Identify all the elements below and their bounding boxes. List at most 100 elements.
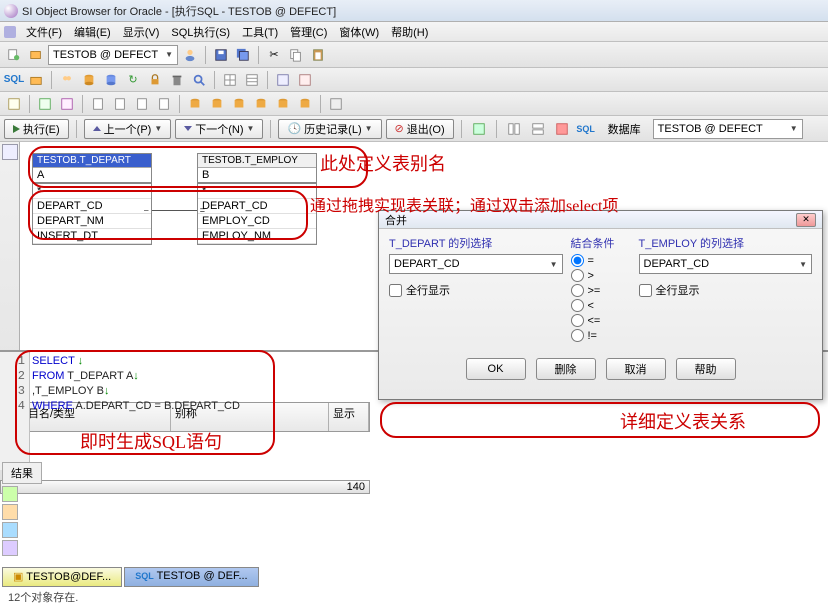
gutter-sql-icon[interactable] bbox=[2, 144, 18, 160]
design-pane[interactable]: TESTOB.T_DEPART A * DEPART_CD DEPART_NM … bbox=[22, 148, 372, 378]
delete-button[interactable]: 删除 bbox=[536, 358, 596, 380]
query-icon[interactable] bbox=[273, 70, 293, 90]
op-lte[interactable]: <= bbox=[571, 314, 631, 327]
table-col[interactable]: DEPART_NM bbox=[33, 214, 151, 229]
cancel-button[interactable]: 取消 bbox=[606, 358, 666, 380]
sql-small-icon[interactable]: SQL bbox=[576, 119, 596, 139]
trash-icon[interactable] bbox=[167, 70, 187, 90]
op-gt[interactable]: > bbox=[571, 269, 631, 282]
save-icon[interactable] bbox=[211, 45, 231, 65]
lock-icon[interactable] bbox=[145, 70, 165, 90]
sql-text[interactable]: SELECT ↓ FROM T_DEPART A↓ ,T_EMPLOY B↓ W… bbox=[32, 354, 240, 414]
doc3-icon[interactable] bbox=[132, 94, 152, 114]
op-lt[interactable]: < bbox=[571, 299, 631, 312]
join-connector[interactable]: ⎯ = bbox=[152, 210, 197, 211]
layout1-icon[interactable] bbox=[504, 119, 524, 139]
table-col[interactable]: * bbox=[33, 184, 151, 199]
menu-tools[interactable]: 工具(T) bbox=[236, 24, 284, 40]
ok-button[interactable]: OK bbox=[466, 358, 526, 380]
exec-connection-combo[interactable]: TESTOB @ DEFECT ▼ bbox=[653, 119, 803, 139]
table-alias[interactable]: A bbox=[33, 167, 151, 182]
db4-icon[interactable] bbox=[251, 94, 271, 114]
tool-icon[interactable] bbox=[2, 504, 18, 520]
copy-icon[interactable] bbox=[286, 45, 306, 65]
grid-icon[interactable] bbox=[220, 70, 240, 90]
db3-icon[interactable] bbox=[229, 94, 249, 114]
menu-file[interactable]: 文件(F) bbox=[20, 24, 68, 40]
doc2-icon[interactable] bbox=[110, 94, 130, 114]
table-depart[interactable]: TESTOB.T_DEPART A * DEPART_CD DEPART_NM … bbox=[32, 153, 152, 245]
run-button[interactable]: 执行(E) bbox=[4, 119, 69, 139]
obj-icon[interactable] bbox=[4, 94, 24, 114]
result-tab[interactable]: 结果 bbox=[2, 462, 42, 484]
sql-icon[interactable]: SQL bbox=[4, 70, 24, 90]
db-button[interactable]: 数据库 bbox=[600, 119, 649, 139]
help-button[interactable]: 帮助 bbox=[676, 358, 736, 380]
obj2-icon[interactable] bbox=[35, 94, 55, 114]
db2-icon[interactable] bbox=[207, 94, 227, 114]
tool2-icon[interactable] bbox=[2, 522, 18, 538]
tool3-icon[interactable] bbox=[2, 540, 18, 556]
menu-edit[interactable]: 编辑(E) bbox=[68, 24, 117, 40]
checkbox[interactable] bbox=[389, 284, 402, 297]
doc4-icon[interactable] bbox=[154, 94, 174, 114]
table-col[interactable]: DEPART_CD bbox=[33, 199, 151, 214]
users-icon[interactable] bbox=[57, 70, 77, 90]
table-employ[interactable]: TESTOB.T_EMPLOY B * DEPART_CD EMPLOY_CD … bbox=[197, 153, 317, 245]
table-col[interactable]: * bbox=[198, 184, 316, 199]
tool-a-icon[interactable] bbox=[469, 119, 489, 139]
table-alias[interactable]: B bbox=[198, 167, 316, 182]
menu-view[interactable]: 显示(V) bbox=[117, 24, 166, 40]
query2-icon[interactable] bbox=[295, 70, 315, 90]
layout3-icon[interactable] bbox=[552, 119, 572, 139]
menu-help[interactable]: 帮助(H) bbox=[385, 24, 434, 40]
search-icon[interactable] bbox=[189, 70, 209, 90]
db6-icon[interactable] bbox=[295, 94, 315, 114]
close-button[interactable]: ✕ bbox=[796, 213, 816, 227]
folder-icon[interactable] bbox=[26, 70, 46, 90]
db-gold-icon[interactable] bbox=[79, 70, 99, 90]
table-col[interactable]: INSERT_DT bbox=[33, 229, 151, 244]
open-icon[interactable] bbox=[26, 45, 46, 65]
op-eq[interactable]: = bbox=[571, 254, 631, 267]
saveall-icon[interactable] bbox=[233, 45, 253, 65]
doc1-icon[interactable] bbox=[88, 94, 108, 114]
exec-connection-value: TESTOB @ DEFECT bbox=[658, 123, 763, 135]
grid2-icon[interactable] bbox=[242, 70, 262, 90]
prev-button[interactable]: 上一个(P)▼ bbox=[84, 119, 172, 139]
menu-window[interactable]: 窗体(W) bbox=[333, 24, 385, 40]
misc-icon[interactable] bbox=[326, 94, 346, 114]
status-tab-2[interactable]: SQL TESTOB @ DEF... bbox=[124, 567, 258, 587]
user-icon[interactable] bbox=[180, 45, 200, 65]
db-blue-icon[interactable] bbox=[101, 70, 121, 90]
db5-icon[interactable] bbox=[273, 94, 293, 114]
menu-sqlexec[interactable]: SQL执行(S) bbox=[165, 24, 236, 40]
layout2-icon[interactable] bbox=[528, 119, 548, 139]
toolbar-3 bbox=[0, 92, 828, 116]
op-gte[interactable]: >= bbox=[571, 284, 631, 297]
right-showall-check[interactable]: 全行显示 bbox=[639, 282, 813, 298]
status-tab-1[interactable]: ▣ TESTOB@DEF... bbox=[2, 567, 122, 587]
refresh-icon[interactable]: ↻ bbox=[123, 70, 143, 90]
right-column-combo[interactable]: DEPART_CD▼ bbox=[639, 254, 813, 274]
paste-icon[interactable] bbox=[308, 45, 328, 65]
right-select-label: T_EMPLOY 的列选择 bbox=[639, 235, 813, 251]
connection-combo[interactable]: TESTOB @ DEFECT ▼ bbox=[48, 45, 178, 65]
obj3-icon[interactable] bbox=[57, 94, 77, 114]
op-ne[interactable]: != bbox=[571, 329, 631, 342]
menu-manage[interactable]: 管理(C) bbox=[284, 24, 333, 40]
left-column-combo[interactable]: DEPART_CD▼ bbox=[389, 254, 563, 274]
dialog-titlebar[interactable]: 合并 ✕ bbox=[379, 211, 822, 229]
new-script-icon[interactable] bbox=[4, 45, 24, 65]
history-button[interactable]: 🕓历史记录(L)▼ bbox=[278, 119, 381, 139]
logout-button[interactable]: ⊘退出(O) bbox=[386, 119, 454, 139]
left-showall-check[interactable]: 全行显示 bbox=[389, 282, 563, 298]
next-button[interactable]: 下一个(N)▼ bbox=[175, 119, 263, 139]
table-col[interactable]: EMPLOY_CD bbox=[198, 214, 316, 229]
edit-icon[interactable] bbox=[2, 486, 18, 502]
db1-icon[interactable] bbox=[185, 94, 205, 114]
cut-icon[interactable]: ✂ bbox=[264, 45, 284, 65]
table-col[interactable]: EMPLOY_NM bbox=[198, 229, 316, 244]
checkbox[interactable] bbox=[639, 284, 652, 297]
table-col[interactable]: DEPART_CD bbox=[198, 199, 316, 214]
